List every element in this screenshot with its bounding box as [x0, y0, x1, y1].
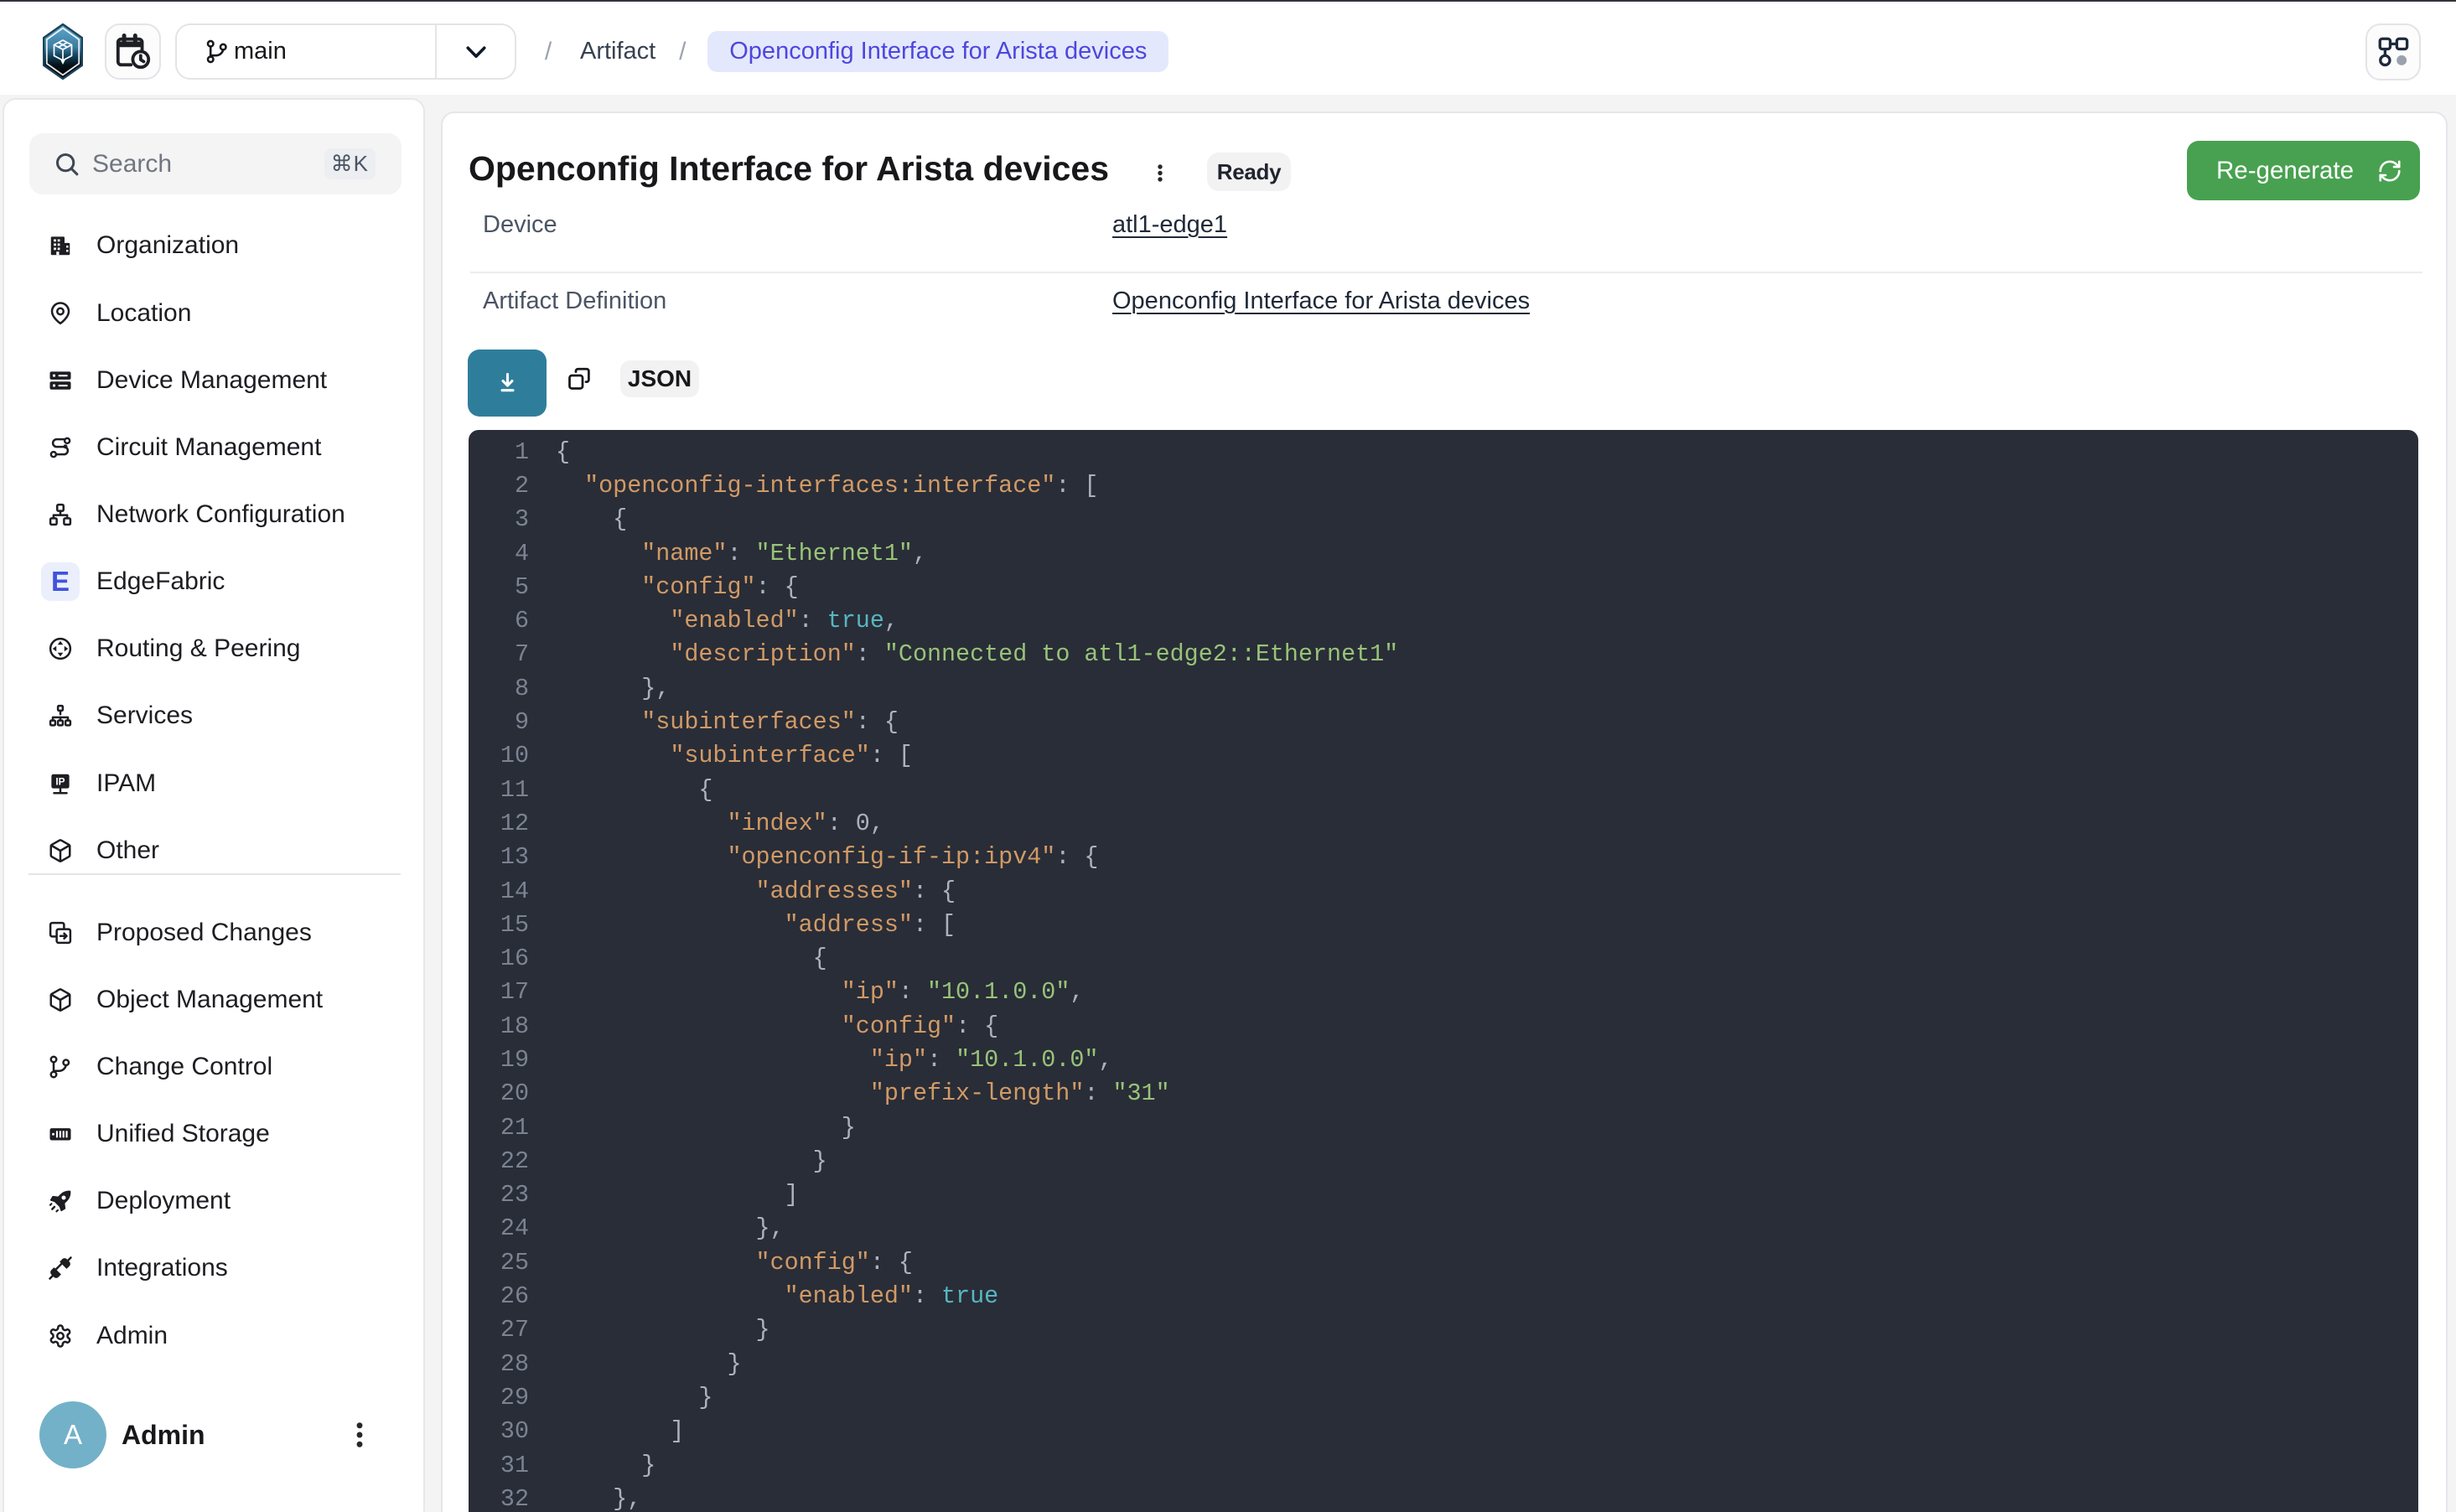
svg-text:IP: IP — [55, 775, 65, 787]
